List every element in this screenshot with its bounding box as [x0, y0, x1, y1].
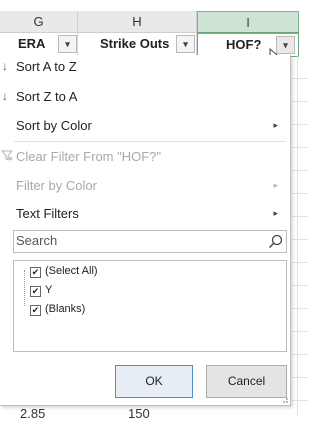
column-header-g[interactable]: G [0, 11, 78, 33]
search-icon [268, 234, 283, 249]
era-filter-dropdown-button[interactable]: ▾ [58, 35, 77, 53]
header-cell-strike-outs[interactable]: Strike Outs ▾ [78, 32, 197, 56]
checkbox-checked-icon[interactable]: ✔ [30, 286, 41, 297]
hof-header-label: HOF? [226, 37, 262, 52]
filter-search-box[interactable]: Search [13, 230, 287, 253]
gridline [292, 124, 308, 125]
submenu-arrow-icon: ▸ [273, 120, 278, 130]
resize-grip-icon[interactable] [281, 396, 289, 404]
filter-value-y[interactable]: ✔ Y [30, 283, 52, 297]
column-header-i[interactable]: I [197, 11, 299, 34]
gridline [292, 147, 308, 148]
sort-descending-icon: ↓ [2, 89, 8, 103]
filter-by-color-item[interactable]: Filter by Color [16, 176, 97, 196]
strike-outs-filter-dropdown-button[interactable]: ▾ [176, 35, 195, 53]
column-header-h[interactable]: H [78, 11, 197, 33]
text-filters-item[interactable]: Text Filters [16, 204, 79, 224]
sort-by-color-item[interactable]: Sort by Color [16, 116, 286, 136]
checkbox-checked-icon[interactable]: ✔ [30, 305, 41, 316]
filter-value-label: Y [45, 284, 53, 296]
gridline [292, 308, 308, 309]
gridline [292, 101, 308, 102]
search-placeholder: Search [16, 233, 58, 248]
gridline [292, 400, 308, 401]
gridline [292, 193, 308, 194]
era-cell[interactable]: 2.85 [20, 406, 45, 421]
clear-filter-icon [1, 150, 13, 161]
header-cell-era[interactable]: ERA ▾ [0, 32, 78, 56]
tree-connector-line [24, 270, 26, 306]
gridline [292, 239, 308, 240]
autofilter-dropdown-panel: ↓ Sort A to Z ↓ Sort Z to A Sort by Colo… [0, 55, 291, 406]
ok-button[interactable]: OK [115, 365, 193, 398]
era-header-label: ERA [18, 36, 46, 51]
chevron-down-icon: ▾ [65, 39, 70, 49]
gridline [292, 216, 308, 217]
menu-separator [14, 141, 286, 142]
checkbox-checked-icon[interactable]: ✔ [30, 267, 41, 278]
gridline [292, 285, 308, 286]
gridline [292, 377, 308, 378]
sort-ascending-icon: ↓ [2, 59, 8, 73]
gridline [292, 170, 308, 171]
strike-outs-header-label: Strike Outs [100, 36, 170, 51]
gridline [292, 262, 308, 263]
chevron-down-icon: ▾ [183, 39, 188, 49]
submenu-arrow-icon: ▸ [273, 208, 278, 218]
filter-values-list: ✔ (Select All) ✔ Y ✔ (Blanks) [13, 260, 287, 352]
gridline [292, 78, 308, 79]
gridline [292, 354, 308, 355]
sort-a-to-z-item[interactable]: Sort A to Z [16, 57, 77, 77]
gridline [292, 331, 308, 332]
submenu-arrow-icon: ▸ [273, 180, 278, 190]
filter-value-label: (Select All) [45, 265, 98, 277]
gridline [297, 55, 298, 416]
strike-outs-cell[interactable]: 150 [128, 406, 150, 421]
sort-by-color-label: Sort by Color [16, 118, 92, 133]
filter-value-blanks[interactable]: ✔ (Blanks) [30, 302, 85, 316]
clear-filter-item[interactable]: Clear Filter From "HOF?" [16, 147, 161, 167]
filter-value-select-all[interactable]: ✔ (Select All) [30, 264, 98, 278]
filter-value-label: (Blanks) [45, 303, 86, 315]
sort-z-to-a-item[interactable]: Sort Z to A [16, 87, 77, 107]
cancel-button[interactable]: Cancel [206, 365, 287, 398]
